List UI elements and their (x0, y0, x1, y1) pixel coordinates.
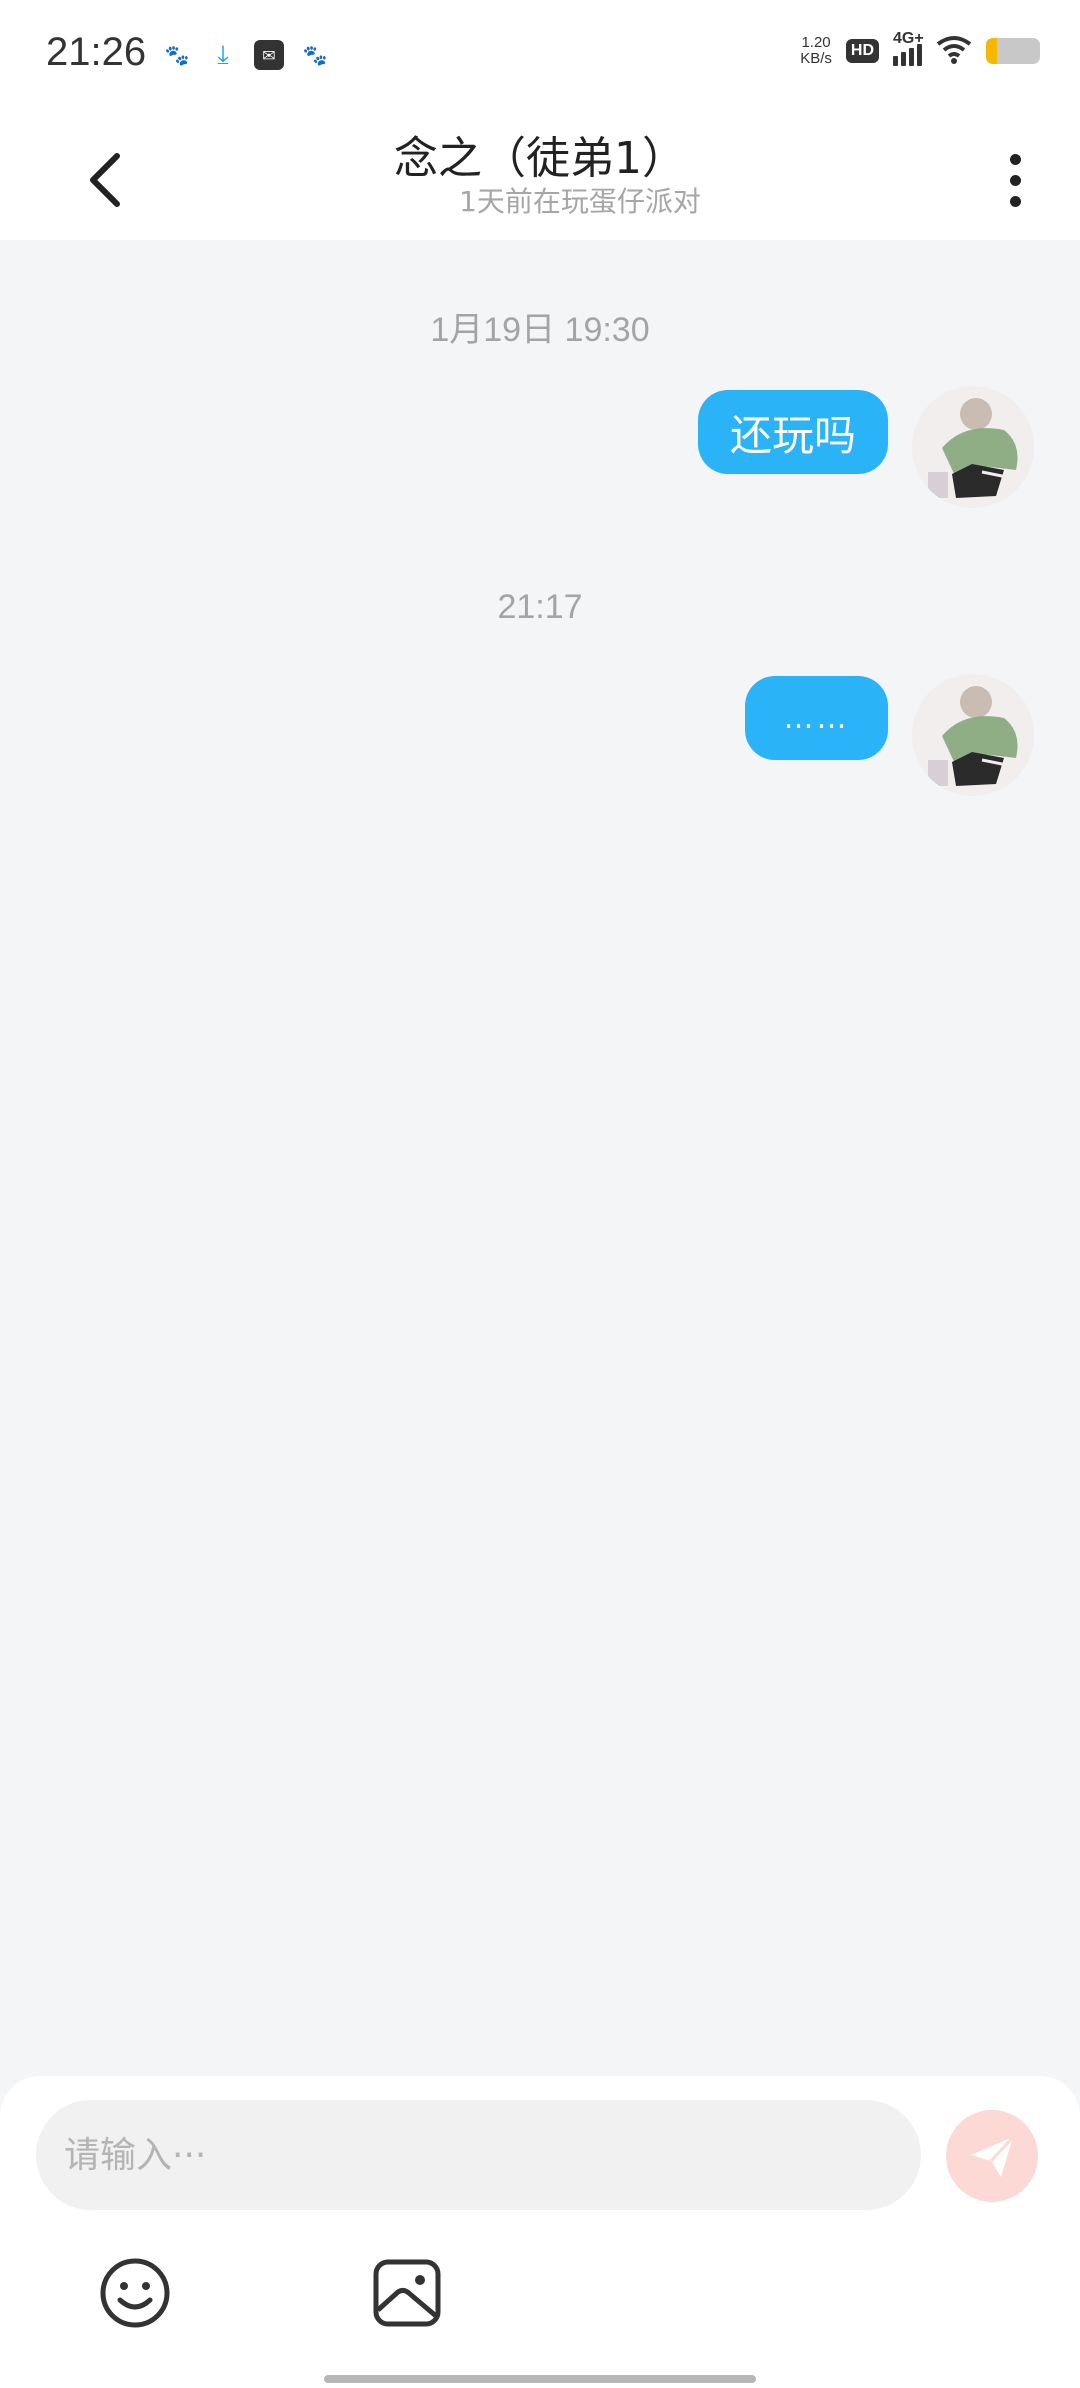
download-icon: ⤓ (217, 39, 229, 70)
image-picker-button[interactable] (370, 2256, 444, 2330)
network-speed-value: 1.20 (801, 34, 831, 51)
home-indicator[interactable] (324, 2375, 756, 2383)
status-time: 21:26 (46, 30, 147, 74)
message-input[interactable] (36, 2100, 921, 2210)
network-type-label: 4G+ (893, 30, 924, 47)
message-bubble[interactable]: …… (745, 676, 888, 760)
user-avatar-image (912, 386, 1034, 508)
baidu-app-icon: 🐾 (302, 43, 328, 67)
network-speed-unit: KB/s (800, 50, 832, 67)
wifi-icon (936, 34, 972, 68)
smiley-icon (100, 2258, 170, 2328)
send-icon (971, 2135, 1015, 2177)
avatar[interactable] (912, 386, 1034, 508)
send-button[interactable] (946, 2110, 1038, 2202)
status-bar: 21:26 🐾 ⤓ ✉ 🐾 1.20 KB/s HD 4G+ (0, 0, 1080, 118)
more-dot-icon (1009, 174, 1021, 186)
baidu-paw-icon: 🐾 (164, 43, 190, 67)
image-icon (373, 2259, 441, 2327)
network-speed: 1.20 KB/s (800, 35, 832, 67)
chat-header: 念之（徒弟1） 1天前在玩蛋仔派对 (0, 118, 1080, 240)
cellular-signal-icon: 4G+ (893, 30, 924, 66)
more-dot-icon (1009, 195, 1021, 207)
more-options-button[interactable] (990, 140, 1040, 220)
avatar[interactable] (912, 674, 1034, 796)
user-avatar-image (912, 674, 1034, 796)
chat-status-subtitle: 1天前在玩蛋仔派对 (459, 185, 701, 218)
status-indicators: 1.20 KB/s HD 4G+ (800, 30, 1040, 68)
emoji-button[interactable] (98, 2256, 172, 2330)
message-composer (0, 2076, 1080, 2388)
battery-icon (986, 38, 1040, 64)
hd-badge: HD (845, 39, 879, 63)
battery-level (986, 38, 997, 64)
message-bubble[interactable]: 还玩吗 (698, 390, 888, 474)
message-timestamp: 1月19日 19:30 (430, 311, 650, 349)
mail-app-icon: ✉ (254, 40, 284, 70)
status-notification-icons: 🐾 ⤓ ✉ 🐾 (162, 40, 330, 70)
chat-title: 念之（徒弟1） (394, 133, 686, 184)
message-timestamp: 21:17 (497, 588, 583, 626)
more-dot-icon (1009, 153, 1021, 165)
